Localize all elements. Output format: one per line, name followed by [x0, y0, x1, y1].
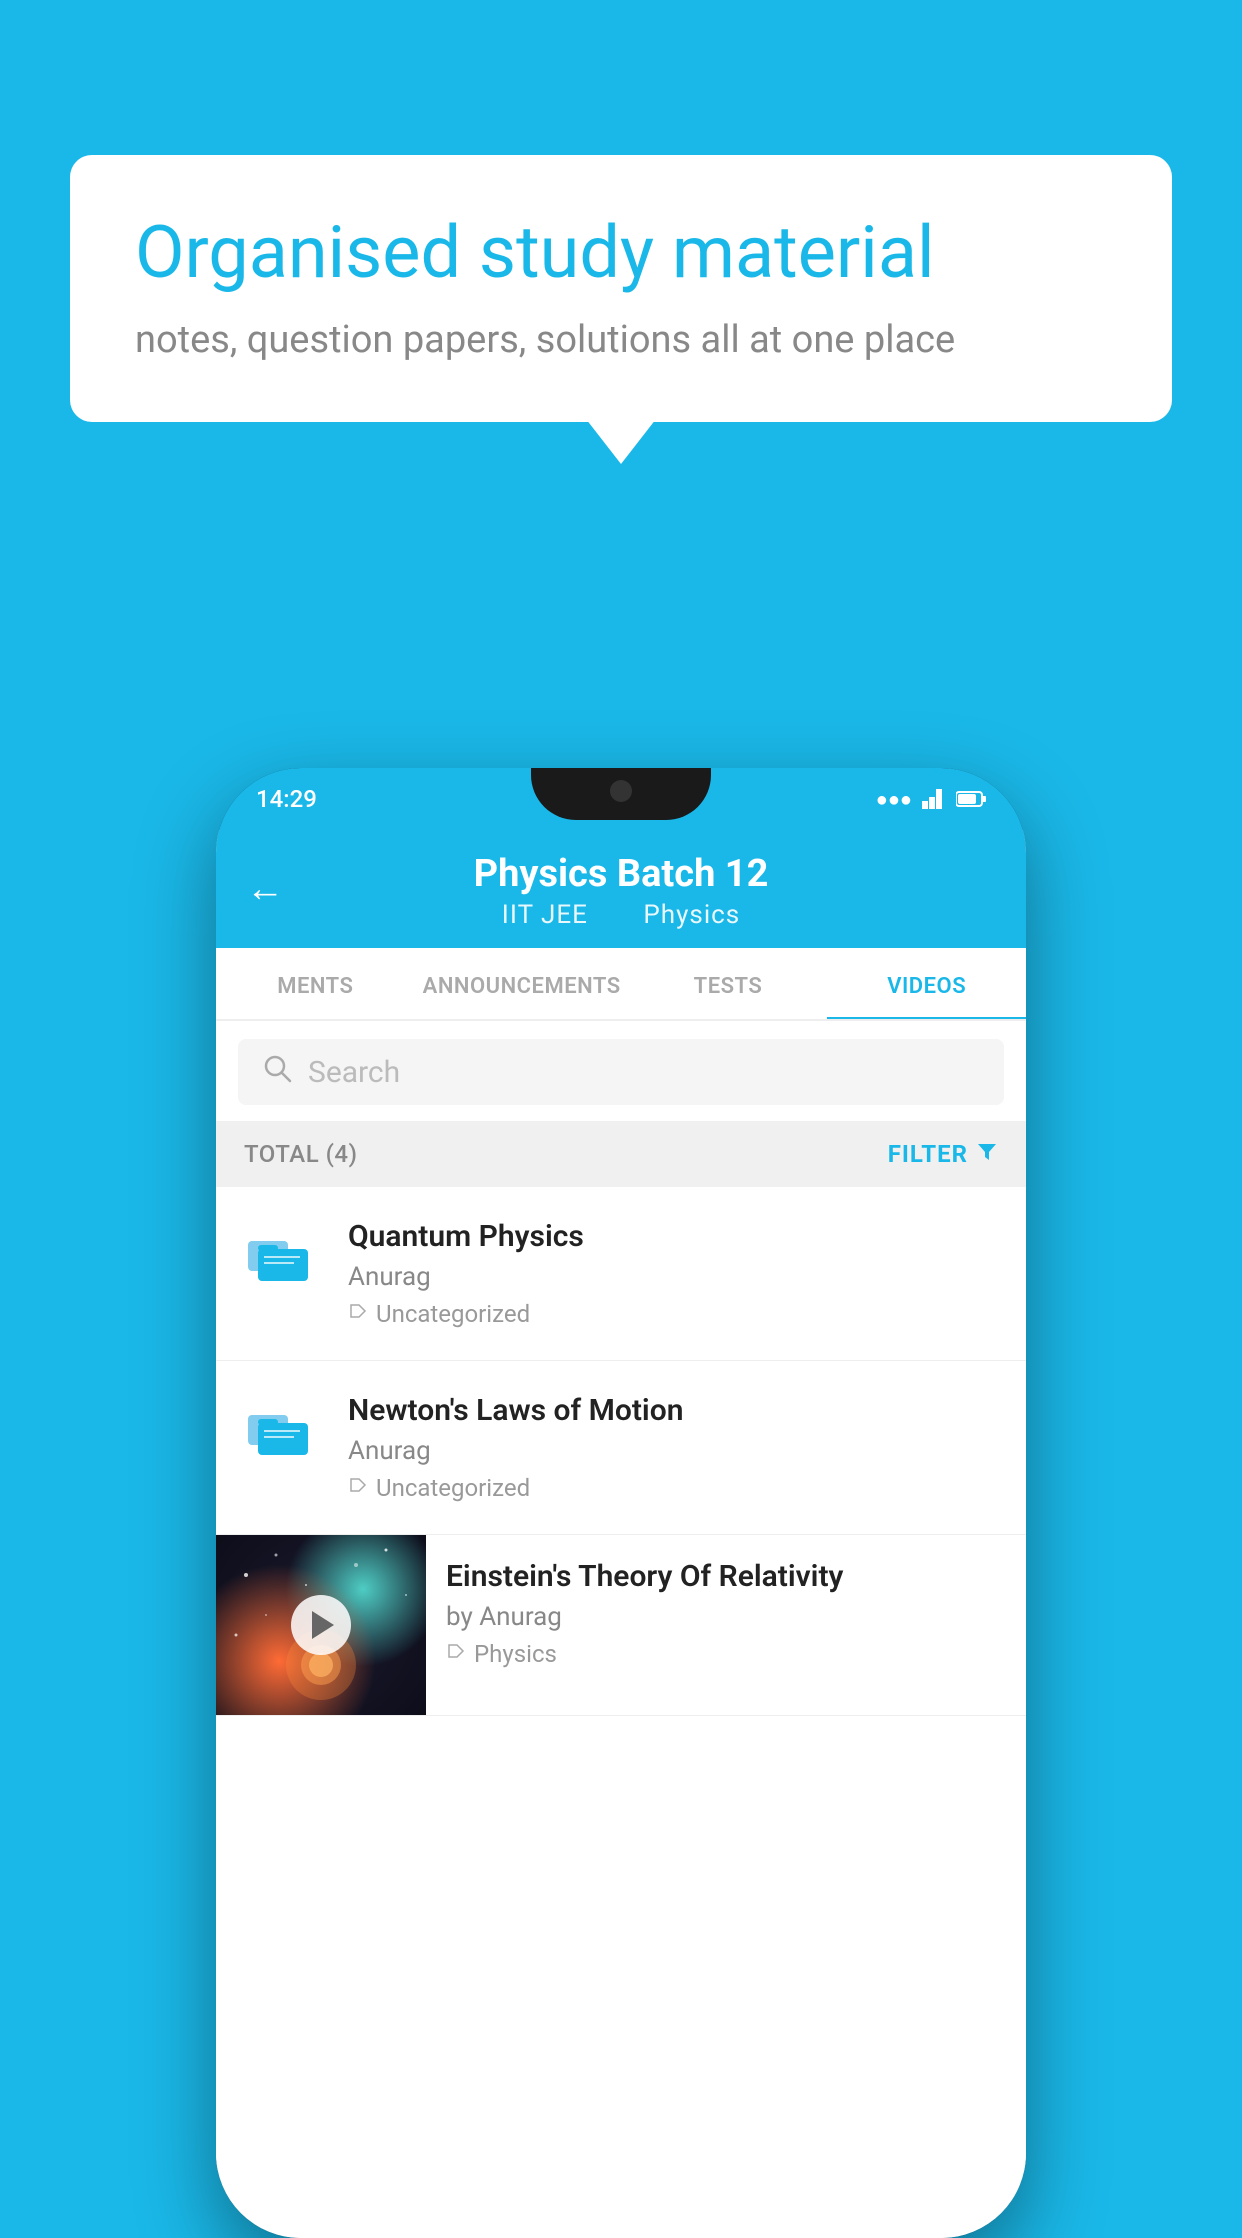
video-details: Einstein's Theory Of Relativity by Anura… [426, 1535, 1026, 1692]
search-placeholder: Search [308, 1055, 400, 1090]
item-tag: Uncategorized [348, 1474, 998, 1502]
filter-button[interactable]: FILTER [888, 1139, 998, 1169]
play-triangle [312, 1611, 334, 1639]
item-details: Quantum Physics Anurag Uncategorized [348, 1219, 998, 1328]
content-list: Quantum Physics Anurag Uncategorized [216, 1187, 1026, 2238]
wifi-icon: ●●● [876, 787, 912, 812]
tag-icon [348, 1474, 368, 1502]
filter-bar: TOTAL (4) FILTER [216, 1121, 1026, 1187]
status-bar: 14:29 ●●● [216, 768, 1026, 830]
phone-frame: 14:29 ●●● ← Physics Batch 12 [216, 768, 1026, 2238]
camera-dot [610, 780, 632, 802]
folder-icon [244, 1223, 324, 1303]
tag-icon [348, 1300, 368, 1328]
video-title: Einstein's Theory Of Relativity [446, 1559, 1006, 1594]
tag-label: Uncategorized [376, 1474, 530, 1502]
speech-bubble-title: Organised study material [135, 210, 1107, 296]
tag-label: Physics [474, 1640, 557, 1668]
app-header: ← Physics Batch 12 IIT JEE Physics [216, 830, 1026, 948]
item-details: Newton's Laws of Motion Anurag Uncategor… [348, 1393, 998, 1502]
app-title: Physics Batch 12 [474, 852, 769, 896]
item-author: Anurag [348, 1262, 998, 1292]
filter-icon [976, 1139, 998, 1169]
tab-ments[interactable]: MENTS [216, 948, 415, 1019]
search-icon [262, 1053, 292, 1091]
tab-bar: MENTS ANNOUNCEMENTS TESTS VIDEOS [216, 948, 1026, 1021]
tab-videos[interactable]: VIDEOS [827, 948, 1026, 1019]
speech-bubble-container: Organised study material notes, question… [70, 155, 1172, 422]
play-button[interactable] [291, 1595, 351, 1655]
folder-icon [244, 1397, 324, 1477]
tab-tests[interactable]: TESTS [629, 948, 828, 1019]
speech-bubble: Organised study material notes, question… [70, 155, 1172, 422]
tag-icon [446, 1640, 466, 1668]
video-tag: Physics [446, 1640, 1006, 1668]
filter-label: FILTER [888, 1140, 968, 1168]
phone-screen: ← Physics Batch 12 IIT JEE Physics MENTS… [216, 830, 1026, 2238]
item-tag: Uncategorized [348, 1300, 998, 1328]
list-item[interactable]: Quantum Physics Anurag Uncategorized [216, 1187, 1026, 1361]
total-count: TOTAL (4) [244, 1140, 357, 1168]
tag-label: Uncategorized [376, 1300, 530, 1328]
tab-announcements[interactable]: ANNOUNCEMENTS [415, 948, 629, 1019]
search-container: Search [216, 1021, 1026, 1121]
status-time: 14:29 [256, 785, 317, 813]
app-subtitle: IIT JEE Physics [490, 900, 752, 930]
list-item-video[interactable]: Einstein's Theory Of Relativity by Anura… [216, 1535, 1026, 1716]
video-thumbnail [216, 1535, 426, 1715]
search-bar[interactable]: Search [238, 1039, 1004, 1105]
list-item[interactable]: Newton's Laws of Motion Anurag Uncategor… [216, 1361, 1026, 1535]
video-author: by Anurag [446, 1602, 1006, 1632]
item-title: Quantum Physics [348, 1219, 998, 1254]
speech-bubble-subtitle: notes, question papers, solutions all at… [135, 318, 1107, 362]
back-button[interactable]: ← [246, 867, 284, 911]
item-author: Anurag [348, 1436, 998, 1466]
signal-icon [922, 789, 946, 809]
status-icons: ●●● [876, 787, 986, 812]
subtitle-part1: IIT JEE [502, 900, 588, 930]
item-title: Newton's Laws of Motion [348, 1393, 998, 1428]
battery-icon [956, 790, 986, 808]
subtitle-part2: Physics [643, 900, 740, 930]
